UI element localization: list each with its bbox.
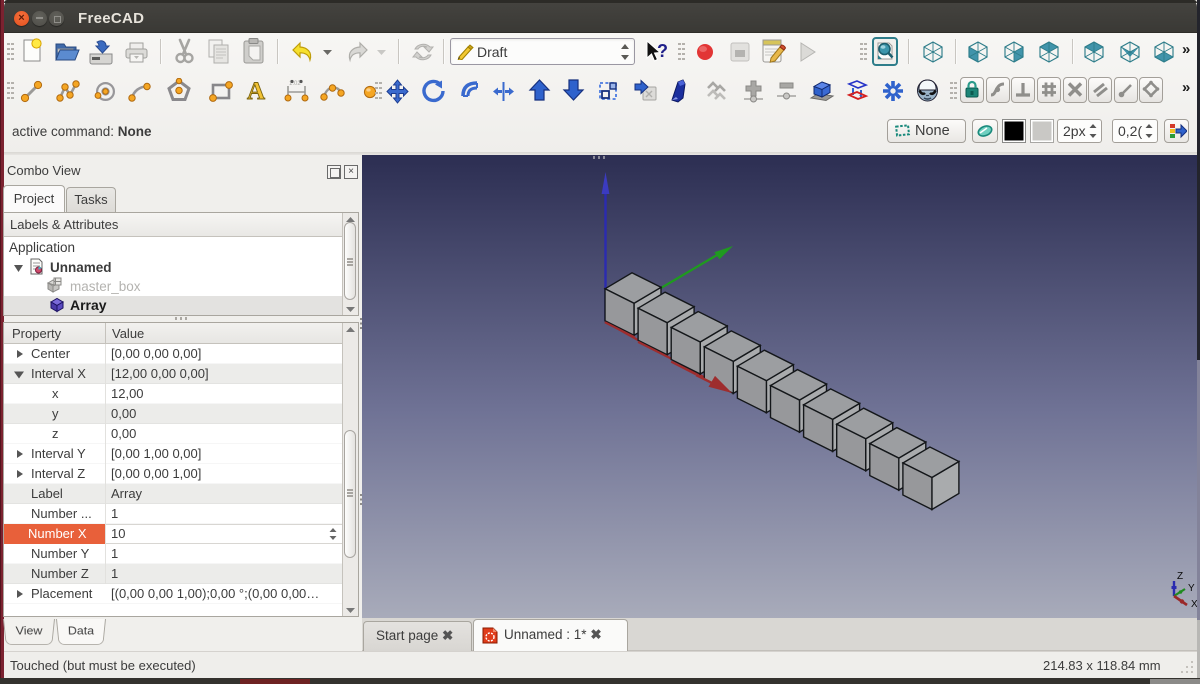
- svg-text:A: A: [247, 78, 265, 104]
- svg-text:Y: Y: [1188, 583, 1195, 594]
- svg-text:X: X: [1191, 599, 1197, 610]
- svg-text:?: ?: [657, 41, 668, 61]
- svg-text:Z: Z: [1177, 571, 1183, 582]
